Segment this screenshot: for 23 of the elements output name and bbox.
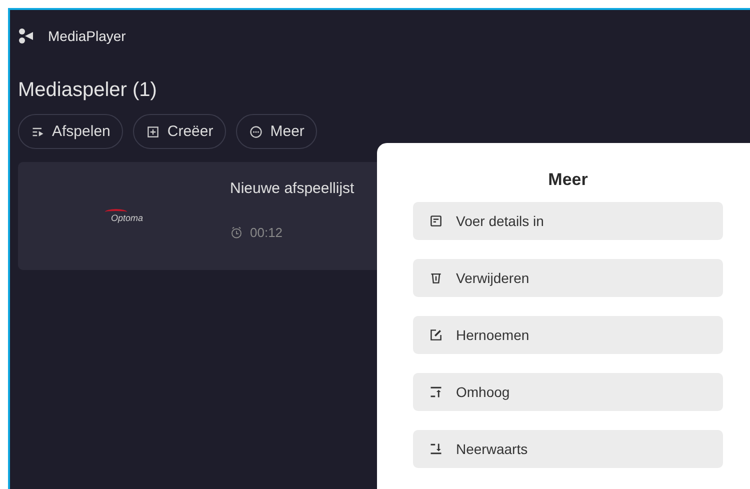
create-button[interactable]: Creëer: [133, 114, 226, 149]
playlist-duration: 00:12: [250, 225, 283, 240]
play-button[interactable]: Afspelen: [18, 114, 124, 149]
document-icon: [429, 214, 443, 228]
edit-icon: [429, 328, 443, 342]
panel-title: Meer: [547, 170, 589, 190]
delete-menu-item[interactable]: Verwijderen: [413, 259, 723, 297]
app-logo-icon: [18, 28, 34, 44]
up-menu-item[interactable]: Omhoog: [413, 373, 723, 411]
move-up-icon: [429, 385, 443, 399]
add-icon: [146, 124, 160, 138]
trash-icon: [429, 271, 443, 285]
more-button[interactable]: Meer: [236, 114, 318, 149]
thumbnail-logo: Optoma: [104, 208, 143, 224]
rename-menu-item[interactable]: Hernoemen: [413, 316, 723, 354]
move-down-icon: [429, 442, 443, 456]
app-title: MediaPlayer: [48, 28, 126, 44]
down-menu-item[interactable]: Neerwaarts: [413, 430, 723, 468]
more-icon: [249, 124, 264, 138]
page-heading: Mediaspeler (1): [18, 79, 158, 102]
playlist-title: Nieuwe afspeellijst: [230, 180, 354, 197]
details-menu-item[interactable]: Voer details in: [413, 202, 723, 240]
clock-icon: [230, 226, 243, 239]
